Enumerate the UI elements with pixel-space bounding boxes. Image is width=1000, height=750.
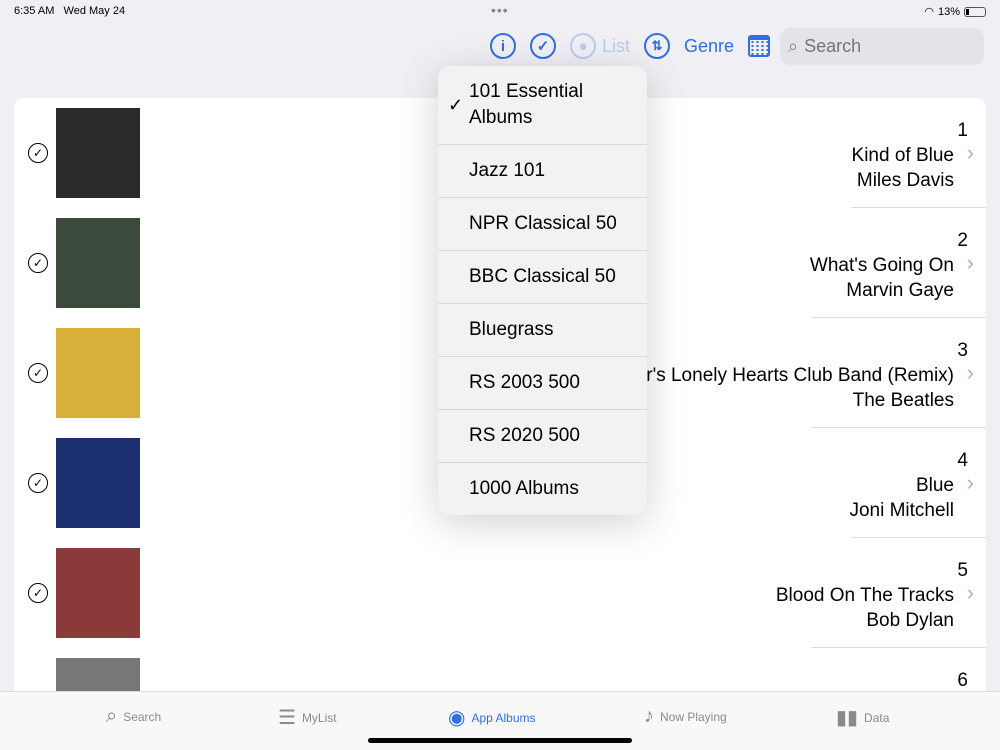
checkmark-circle-icon[interactable]: ✓ bbox=[28, 253, 48, 273]
menu-item-label: RS 2020 500 bbox=[469, 425, 580, 446]
menu-item[interactable]: 1000 Albums bbox=[438, 463, 647, 515]
tab-now-playing[interactable]: ♪ Now Playing bbox=[644, 705, 727, 728]
album-artist: Miles Davis bbox=[856, 170, 954, 191]
album-title: What's Going On bbox=[809, 255, 954, 276]
menu-item[interactable]: NPR Classical 50 bbox=[438, 198, 647, 251]
album-rank: 6 bbox=[957, 670, 968, 691]
menu-item[interactable]: ✓ 101 Essential Albums bbox=[438, 66, 647, 145]
menu-item-label: RS 2003 500 bbox=[469, 372, 580, 393]
battery-percent: 13% bbox=[937, 5, 960, 18]
album-row[interactable]: 6 bbox=[14, 648, 986, 692]
album-art bbox=[56, 218, 140, 308]
album-art bbox=[56, 438, 140, 528]
album-artist: Bob Dylan bbox=[866, 610, 954, 631]
tab-mylist[interactable]: ☰ MyList bbox=[278, 705, 337, 730]
tab-app-albums[interactable]: ◉ App Albums bbox=[448, 705, 536, 730]
checkmark-circle-icon[interactable]: ✓ bbox=[28, 473, 48, 493]
menu-item-label: BBC Classical 50 bbox=[469, 266, 616, 287]
search-input[interactable] bbox=[804, 35, 955, 57]
tab-label: Now Playing bbox=[660, 709, 727, 724]
list-icon: ☰ bbox=[278, 707, 296, 729]
album-artist: Marvin Gaye bbox=[846, 280, 954, 301]
menu-item[interactable]: RS 2003 500 bbox=[438, 357, 647, 410]
calendar-icon[interactable] bbox=[748, 35, 771, 57]
list-button[interactable]: List bbox=[602, 36, 630, 57]
album-row[interactable]: ✓ 5 Blood On The Tracks Bob Dylan › bbox=[14, 538, 986, 648]
chevron-right-icon: › bbox=[966, 360, 974, 385]
tab-label: Search bbox=[123, 709, 162, 724]
checkmark-circle-icon[interactable]: ✓ bbox=[530, 33, 556, 59]
chevron-right-icon: › bbox=[966, 250, 974, 275]
menu-item-label: 101 Essential Albums bbox=[469, 81, 584, 128]
list-dropdown-menu: ✓ 101 Essential Albums Jazz 101 NPR Classic… bbox=[438, 66, 647, 515]
bar-chart-icon: ▮▮ bbox=[836, 707, 859, 729]
album-title: Blood On The Tracks bbox=[775, 585, 954, 606]
menu-item-label: Jazz 101 bbox=[469, 160, 546, 181]
genre-button[interactable]: Genre bbox=[684, 36, 734, 57]
tab-bar: ⌕ Search ☰ MyList ◉ App Albums ♪ Now Playing ▮▮ D… bbox=[0, 691, 1000, 750]
checkmark-circle-icon[interactable]: ✓ bbox=[28, 143, 48, 163]
chevron-right-icon: › bbox=[966, 140, 974, 165]
music-note-icon: ♪ bbox=[644, 705, 654, 727]
toolbar: i ✓ ● List ⇅ Genre ⌕ bbox=[490, 27, 984, 65]
list-radio-icon[interactable]: ● bbox=[570, 33, 596, 59]
album-art bbox=[56, 108, 140, 198]
album-artist: The Beatles bbox=[852, 390, 954, 411]
magnifier-icon: ⌕ bbox=[106, 705, 118, 727]
date: Wed May 24 bbox=[63, 5, 126, 17]
menu-item[interactable]: RS 2020 500 bbox=[438, 410, 647, 463]
album-rank: 4 bbox=[957, 450, 968, 471]
album-art bbox=[56, 328, 140, 418]
checkmark-circle-icon[interactable]: ✓ bbox=[28, 363, 48, 383]
menu-item-label: 1000 Albums bbox=[469, 478, 579, 499]
chevron-right-icon: › bbox=[966, 580, 974, 605]
album-title: Blue bbox=[915, 475, 954, 496]
sort-arrows-icon[interactable]: ⇅ bbox=[644, 33, 671, 59]
album-title: er's Lonely Hearts Club Band (Remix) bbox=[635, 365, 954, 386]
album-art bbox=[56, 658, 140, 692]
album-rank: 3 bbox=[957, 340, 968, 361]
tab-label: Data bbox=[864, 710, 890, 725]
checkmark-circle-icon[interactable]: ✓ bbox=[28, 583, 48, 603]
album-artist: Joni Mitchell bbox=[849, 500, 954, 521]
record-icon: ◉ bbox=[448, 707, 466, 729]
time: 6:35 AM bbox=[14, 5, 55, 17]
info-circle-icon[interactable]: i bbox=[490, 33, 516, 59]
tab-label: App Albums bbox=[471, 710, 536, 725]
tab-data[interactable]: ▮▮ Data bbox=[836, 705, 889, 730]
menu-item[interactable]: BBC Classical 50 bbox=[438, 251, 647, 304]
checkmark-icon: ✓ bbox=[448, 95, 464, 115]
chevron-right-icon: › bbox=[966, 470, 974, 495]
status-bar: 6:35 AM Wed May 24 ••• ◠ 13% bbox=[0, 0, 1000, 22]
album-rank: 2 bbox=[957, 230, 968, 251]
album-title: Kind of Blue bbox=[851, 145, 954, 166]
search-field[interactable]: ⌕ bbox=[780, 27, 984, 65]
wifi-icon: ◠ bbox=[924, 6, 934, 18]
menu-item-label: NPR Classical 50 bbox=[469, 213, 617, 234]
menu-item[interactable]: Bluegrass bbox=[438, 304, 647, 357]
menu-item[interactable]: Jazz 101 bbox=[438, 145, 647, 198]
album-rank: 1 bbox=[957, 120, 968, 141]
tab-search[interactable]: ⌕ Search bbox=[106, 705, 161, 728]
search-icon: ⌕ bbox=[788, 35, 799, 56]
album-rank: 5 bbox=[957, 560, 968, 581]
tab-label: MyList bbox=[301, 710, 337, 725]
album-art bbox=[56, 548, 140, 638]
multitasking-dots-icon[interactable]: ••• bbox=[491, 2, 509, 18]
battery-icon bbox=[964, 6, 986, 17]
home-indicator bbox=[368, 738, 632, 743]
menu-item-label: Bluegrass bbox=[469, 319, 554, 340]
